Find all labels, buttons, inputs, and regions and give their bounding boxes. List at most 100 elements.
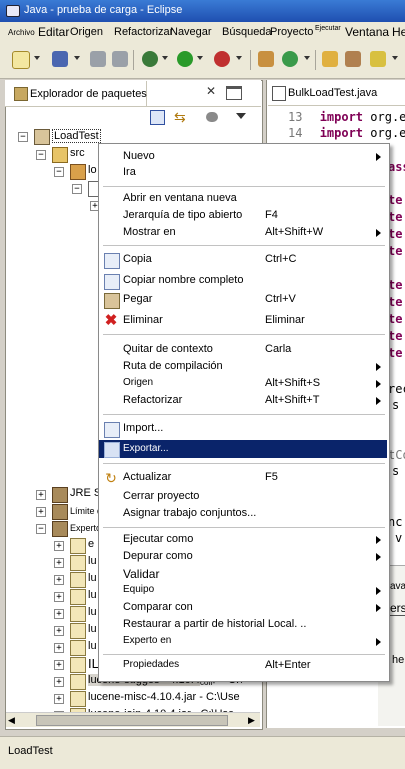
menu-item-origen[interactable]: Origen Alt+Shift+S [99, 375, 387, 393]
main-toolbar [0, 42, 405, 79]
menu-ejecutar[interactable]: Ejecutar [315, 25, 341, 32]
scroll-left-icon[interactable]: ◀ [8, 715, 15, 726]
collapse-icon[interactable]: − [18, 132, 28, 142]
expand-icon[interactable]: + [54, 575, 64, 585]
menu-item-refactorizar[interactable]: Refactorizar Alt+Shift+T [99, 392, 387, 410]
expand-icon[interactable]: + [54, 677, 64, 687]
package-explorer-tab[interactable]: Explorador de paquetes [6, 81, 147, 106]
menu-item-mostrar-en[interactable]: Mostrar en Alt+Shift+W [99, 224, 387, 242]
menu-item-abrir-ventana-nueva[interactable]: Abrir en ventana nueva [99, 190, 387, 208]
new-java-class-icon[interactable] [282, 51, 298, 67]
expand-icon[interactable]: + [54, 660, 64, 670]
collapse-icon[interactable]: − [36, 524, 46, 534]
menu-item-validar[interactable]: Validar [99, 565, 387, 583]
menu-item-eliminar[interactable]: ✖ Eliminar Eliminar [99, 312, 387, 330]
menu-item-pegar[interactable]: Pegar Ctrl+V [99, 291, 387, 309]
minimize-view-icon[interactable] [226, 86, 242, 100]
menu-proyecto[interactable]: Proyecto [270, 26, 313, 38]
menu-item-equipo[interactable]: Equipo [99, 582, 387, 600]
menu-item-label: Abrir en ventana nueva [123, 192, 237, 204]
menu-item-propiedades[interactable]: Propiedades Alt+Enter [99, 657, 387, 675]
menu-item-ruta-compilacion[interactable]: Ruta de compilación [99, 358, 387, 376]
open-type-icon[interactable] [322, 51, 338, 67]
search-icon[interactable] [345, 51, 361, 67]
new-java-package-icon[interactable] [258, 51, 274, 67]
run-icon[interactable] [177, 51, 193, 67]
java-project-icon [34, 129, 50, 145]
close-view-icon[interactable]: ✕ [206, 84, 216, 98]
menu-ventana[interactable]: Ventana [345, 25, 389, 39]
pen-icon[interactable] [370, 51, 386, 67]
menu-item-copiar-nombre[interactable]: Copiar nombre completo [99, 272, 387, 290]
new-class-dropdown-icon[interactable] [304, 56, 310, 60]
debug-icon[interactable] [142, 51, 158, 67]
horizontal-scrollbar[interactable]: ◀ ▶ [6, 712, 260, 727]
debug-dropdown-icon[interactable] [162, 56, 168, 60]
view-menu-icon[interactable] [236, 113, 246, 119]
menu-item-copia[interactable]: Copia Ctrl+C [99, 251, 387, 269]
collapse-icon[interactable]: − [72, 184, 82, 194]
menu-editar[interactable]: Editar [38, 25, 69, 39]
java-file-icon [272, 86, 286, 101]
expand-icon[interactable]: + [36, 507, 46, 517]
menu-item-actualizar[interactable]: ↻ Actualizar F5 [99, 469, 387, 487]
menu-item-cerrar-proyecto[interactable]: Cerrar proyecto [99, 488, 387, 506]
package-icon [70, 164, 86, 180]
link-with-editor-icon[interactable]: ⇆ [174, 109, 186, 126]
menu-origen[interactable]: Origen [70, 26, 103, 38]
menu-item-ir-a[interactable]: Ira [99, 164, 387, 182]
pen-dropdown-icon[interactable] [392, 56, 398, 60]
expand-icon[interactable]: + [54, 694, 64, 704]
menu-archivo[interactable]: Archivo [8, 28, 35, 37]
menu-item-depurar-como[interactable]: Depurar como [99, 548, 387, 566]
menu-item-label: Equipo [123, 584, 155, 595]
jar-icon [70, 572, 86, 588]
expand-icon[interactable]: + [54, 609, 64, 619]
expand-icon[interactable]: + [54, 541, 64, 551]
new-icon[interactable] [12, 51, 30, 69]
source-folder-icon [52, 147, 68, 163]
collapse-icon[interactable]: − [36, 150, 46, 160]
menu-busqueda[interactable]: Búsqueda [222, 26, 272, 38]
expand-icon[interactable]: + [54, 592, 64, 602]
collapse-all-icon[interactable] [150, 110, 165, 125]
scrollbar-thumb[interactable] [36, 715, 228, 726]
library-icon [52, 487, 68, 503]
scroll-right-icon[interactable]: ▶ [248, 715, 255, 726]
expand-icon[interactable]: + [54, 558, 64, 568]
save-dropdown-icon[interactable] [74, 56, 80, 60]
submenu-arrow-icon [376, 229, 381, 237]
editor-tab[interactable]: BulkLoadTest.java [268, 81, 405, 106]
menu-ayuda[interactable]: He [392, 25, 405, 39]
menu-item-experto-en[interactable]: Experto en [99, 633, 387, 651]
library-icon [52, 521, 68, 537]
external-tools-icon[interactable] [214, 51, 230, 67]
expand-icon[interactable]: + [54, 626, 64, 636]
save-icon[interactable] [52, 51, 68, 67]
menu-item-restaurar-historial[interactable]: Restaurar a partir de historial Local. .… [99, 616, 387, 634]
expand-icon[interactable]: + [36, 490, 46, 500]
menu-item-label: Eliminar [123, 314, 163, 326]
external-tools-dropdown-icon[interactable] [236, 56, 242, 60]
jar-icon [70, 691, 86, 707]
menu-item-label: Validar [123, 567, 160, 581]
focus-task-icon[interactable] [206, 112, 218, 122]
tree-label: lu [88, 572, 97, 584]
menu-item-accel: Ctrl+V [265, 293, 296, 305]
new-dropdown-icon[interactable] [34, 56, 40, 60]
console-tab[interactable]: ers [390, 601, 405, 616]
expand-icon[interactable]: + [54, 643, 64, 653]
collapse-icon[interactable]: − [54, 167, 64, 177]
menu-item-comparar-con[interactable]: Comparar con [99, 599, 387, 617]
menu-refactorizar[interactable]: Refactorizar [114, 26, 173, 38]
menu-item-ejecutar-como[interactable]: Ejecutar como [99, 531, 387, 549]
menu-navegar[interactable]: Navegar [170, 26, 212, 38]
menu-item-import[interactable]: Import... [99, 420, 387, 438]
menu-item-quitar-contexto[interactable]: Quitar de contexto Carla [99, 341, 387, 359]
tree-item-jar[interactable]: + lucene-misc-4.10.4.jar - C:\Use [6, 690, 260, 707]
menu-item-jerarquia-tipo[interactable]: Jerarquía de tipo abierto F4 [99, 207, 387, 225]
menu-item-asignar-conjuntos[interactable]: Asignar trabajo conjuntos... [99, 505, 387, 523]
menu-item-exportar[interactable]: Exportar... [99, 440, 387, 458]
run-dropdown-icon[interactable] [197, 56, 203, 60]
line-number: 13 [288, 110, 303, 124]
